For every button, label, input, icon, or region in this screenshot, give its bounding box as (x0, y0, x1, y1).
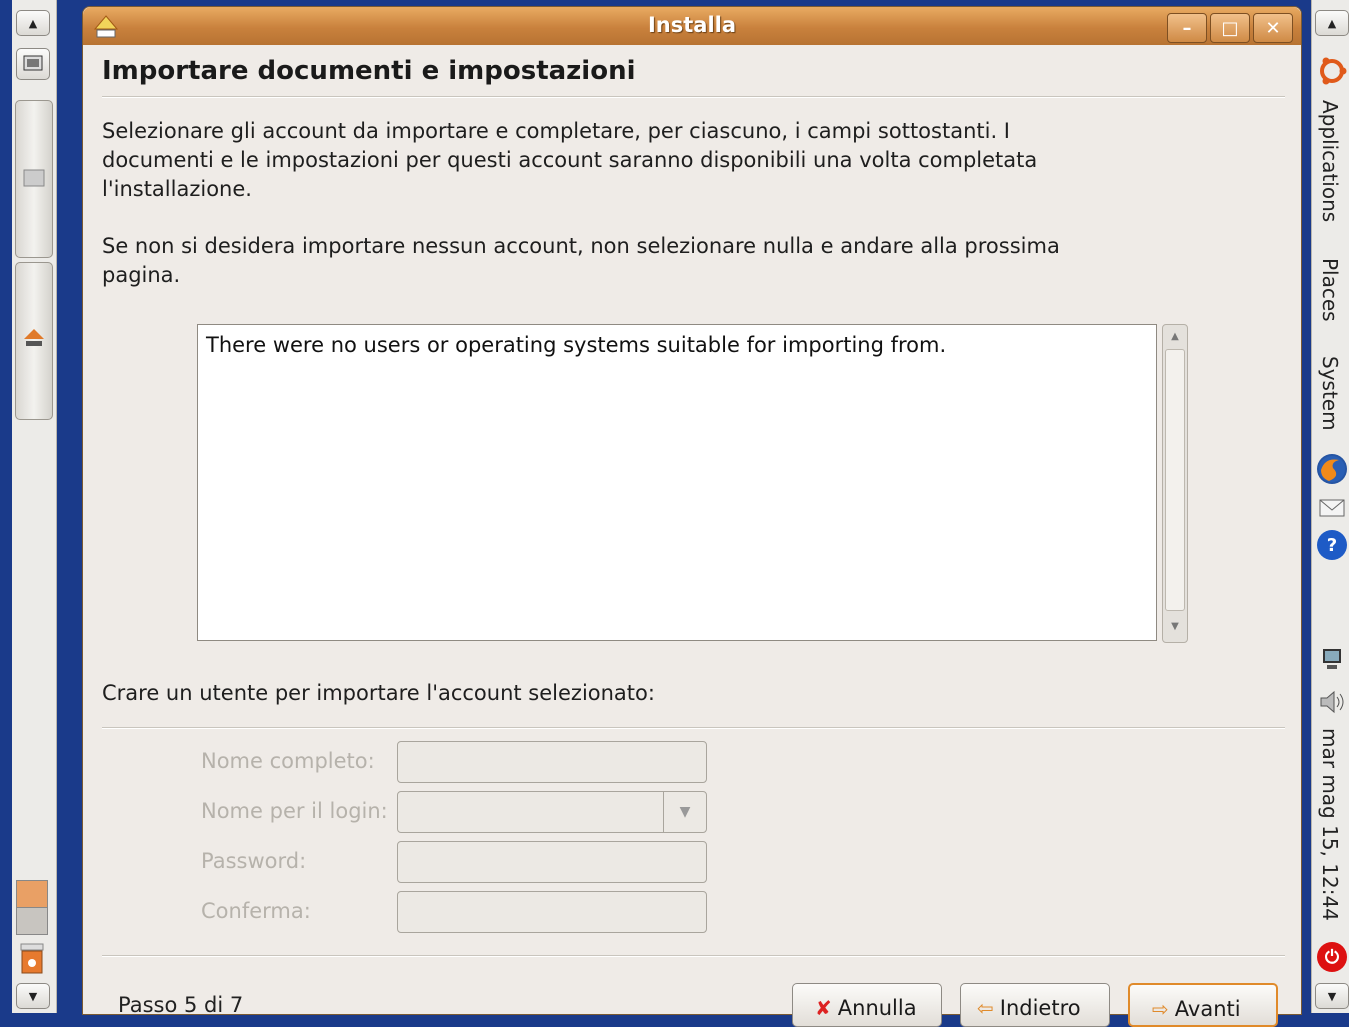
password-field[interactable] (397, 841, 707, 883)
create-user-label: Crare un utente per importare l'account … (102, 681, 655, 705)
back-button[interactable]: ⇦ Indietro (960, 983, 1110, 1027)
trash-button[interactable] (18, 942, 46, 976)
volume-icon[interactable] (1317, 688, 1347, 716)
window-thumbnail-icon (23, 169, 45, 187)
page-title: Importare documenti e impostazioni (102, 56, 636, 86)
places-menu[interactable]: Places (1318, 258, 1342, 322)
full-name-label: Nome completo: (201, 749, 375, 773)
cancel-x-icon: ✘ (815, 996, 832, 1020)
scrollbar-thumb[interactable] (1165, 349, 1185, 611)
login-name-combo[interactable]: ▼ (397, 791, 707, 833)
divider (102, 955, 1285, 957)
confirm-password-field[interactable] (397, 891, 707, 933)
scroll-down-arrow-icon[interactable]: ▼ (1165, 617, 1185, 637)
installer-window: Installa – □ ✕ Importare documenti e imp… (82, 6, 1302, 1027)
workspace-1[interactable] (16, 880, 48, 908)
power-icon[interactable]: ⏻ (1317, 942, 1347, 972)
accounts-list-scrollbar[interactable]: ▲ ▼ (1162, 324, 1188, 643)
panel-scroll-down-button[interactable]: ▼ (16, 983, 50, 1009)
cancel-label: Annulla (837, 996, 917, 1020)
right-panel-scroll-up-button[interactable]: ▲ (1315, 10, 1349, 36)
maximize-button[interactable]: □ (1210, 13, 1250, 43)
accounts-list[interactable]: There were no users or operating systems… (197, 324, 1157, 641)
clock[interactable]: mar mag 15, 12:44 (1318, 728, 1342, 921)
help-icon[interactable]: ? (1317, 530, 1347, 560)
forward-label: Avanti (1174, 997, 1241, 1021)
accounts-list-message: There were no users or operating systems… (206, 333, 947, 357)
confirm-password-label: Conferma: (201, 899, 311, 923)
right-panel: ▲ Applications Places System ? mar mag 1… (1311, 0, 1349, 1013)
back-label: Indietro (999, 996, 1081, 1020)
intro-text: Selezionare gli account da importare e c… (102, 119, 1038, 201)
chevron-down-icon[interactable]: ▼ (663, 792, 706, 832)
ubuntu-logo-icon (1317, 56, 1347, 86)
applications-menu[interactable]: Applications (1318, 100, 1342, 222)
cancel-button[interactable]: ✘ Annulla (792, 983, 942, 1027)
workspace-2[interactable] (16, 908, 48, 935)
forward-arrow-icon: ⇨ (1152, 997, 1169, 1021)
password-label: Password: (201, 849, 307, 873)
minimize-button[interactable]: – (1167, 13, 1207, 43)
firefox-icon[interactable] (1317, 454, 1347, 484)
left-panel: ▲ ▼ (12, 0, 57, 1013)
right-panel-scroll-down-button[interactable]: ▼ (1315, 983, 1349, 1009)
show-desktop-button[interactable] (16, 48, 50, 80)
mail-icon[interactable] (1317, 492, 1347, 522)
divider (102, 96, 1285, 98)
forward-button[interactable]: ⇨ Avanti (1128, 983, 1278, 1027)
system-menu[interactable]: System (1318, 356, 1342, 431)
panel-scroll-up-button[interactable]: ▲ (16, 10, 50, 36)
full-name-field[interactable] (397, 741, 707, 783)
network-icon[interactable] (1317, 646, 1347, 674)
step-indicator: Passo 5 di 7 (118, 993, 244, 1017)
login-name-label: Nome per il login: (201, 799, 388, 823)
skip-note-text: Se non si desidera importare nessun acco… (102, 234, 1060, 287)
taskbar-item-window[interactable] (15, 100, 53, 258)
installer-task-icon (24, 329, 44, 346)
back-arrow-icon: ⇦ (977, 996, 994, 1020)
workspace-switcher[interactable] (16, 880, 48, 935)
window-titlebar[interactable]: Installa – □ ✕ (83, 7, 1301, 45)
trash-icon (20, 943, 44, 974)
divider (102, 727, 1285, 729)
scroll-up-arrow-icon[interactable]: ▲ (1165, 327, 1185, 347)
taskbar-item-installer[interactable] (15, 262, 53, 420)
window-title: Installa (647, 13, 737, 37)
close-button[interactable]: ✕ (1253, 13, 1293, 43)
show-desktop-icon (23, 55, 43, 71)
